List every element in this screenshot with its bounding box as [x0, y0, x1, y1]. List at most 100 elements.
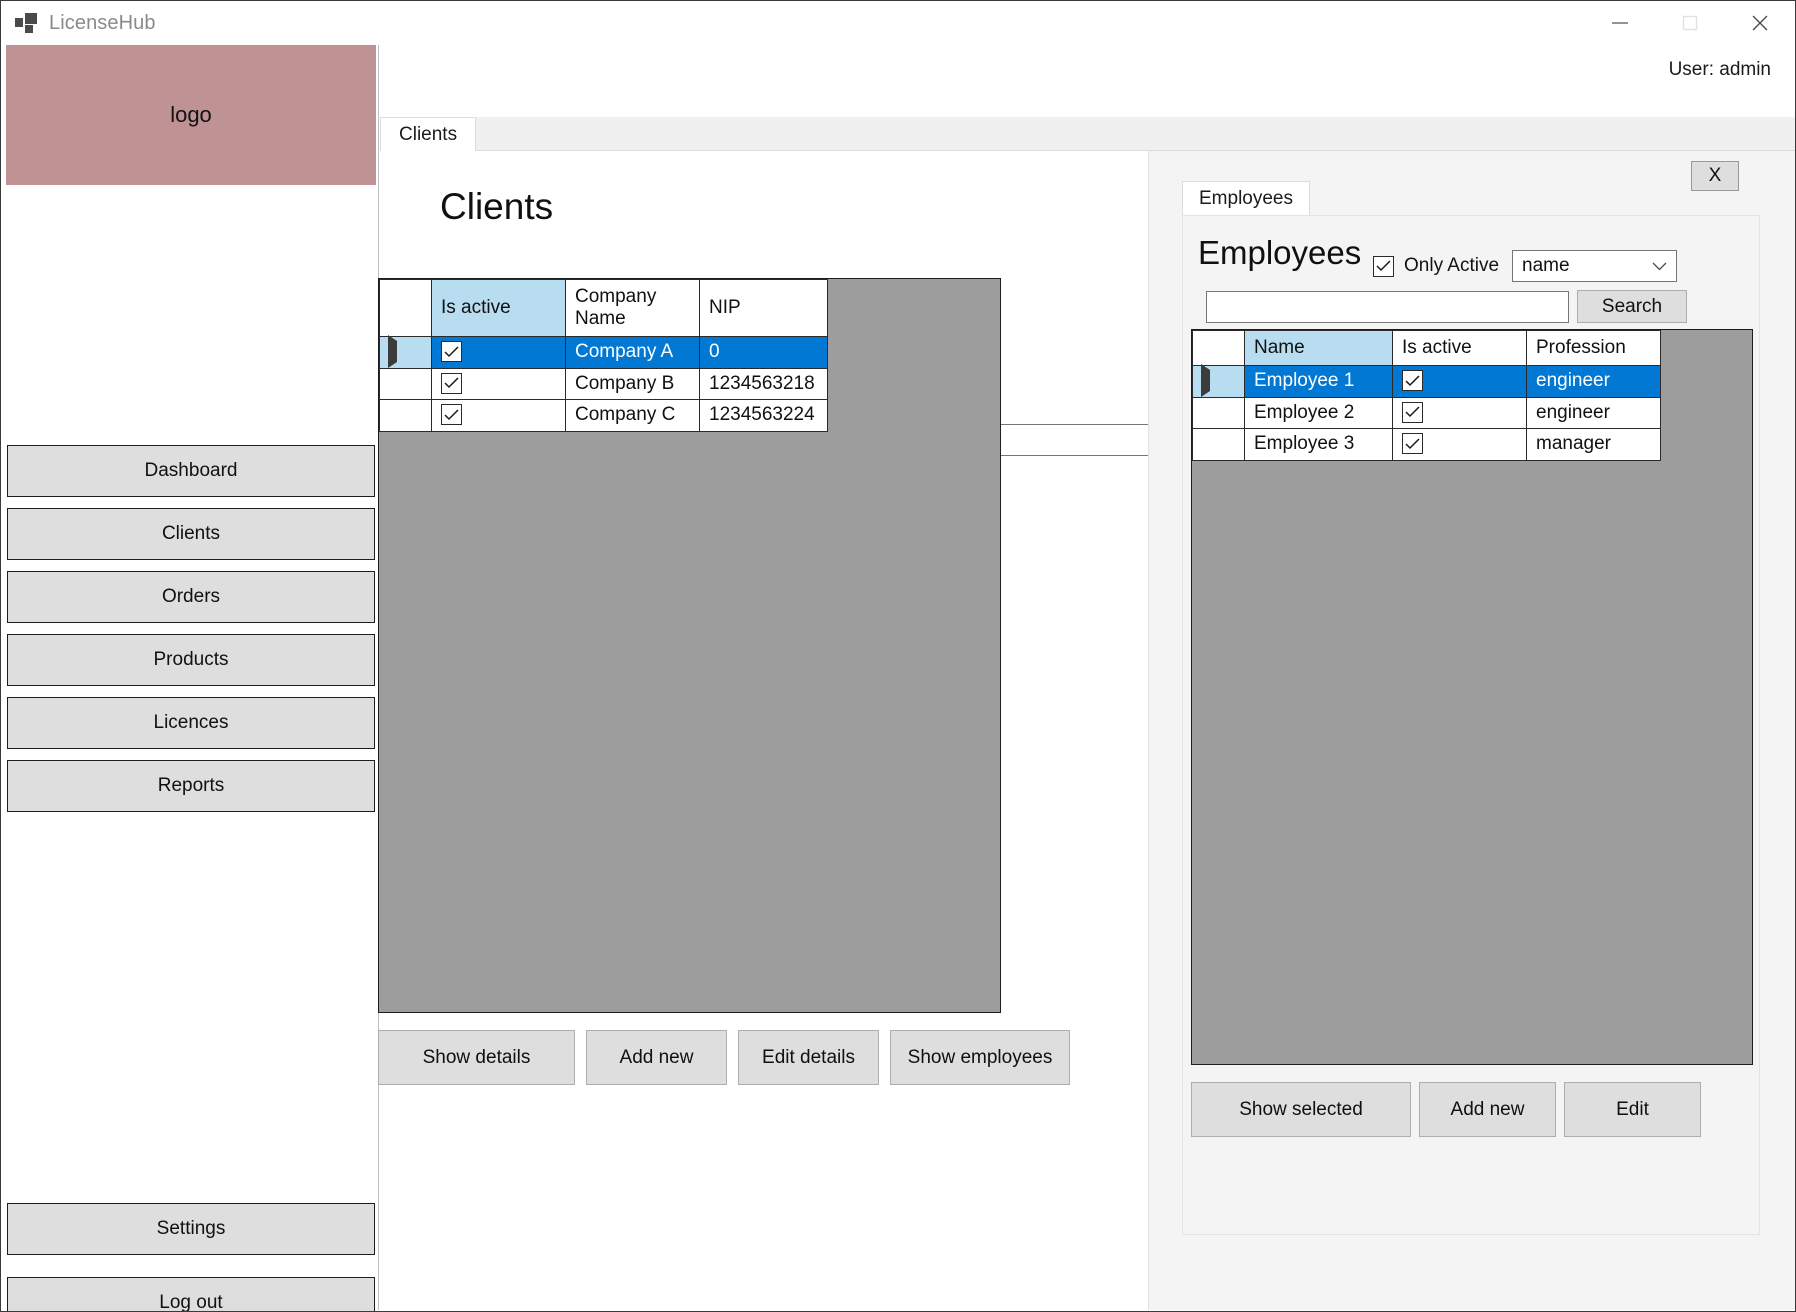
clients-is-active-checkbox[interactable]: [441, 372, 462, 394]
clients-col-is-active[interactable]: Is active: [431, 279, 566, 337]
employees-data-grid[interactable]: Name Is active Profession Employee 1 eng…: [1191, 329, 1753, 1065]
employees-overlay-panel: X Employees Employees Only Active name S…: [1148, 151, 1795, 1310]
clients-cell-is-active[interactable]: [431, 367, 566, 400]
table-row[interactable]: Company C 1234563224: [379, 399, 828, 432]
table-row[interactable]: Company A 0: [379, 335, 828, 369]
edit-details-button[interactable]: Edit details: [738, 1030, 879, 1085]
table-row[interactable]: Company B 1234563218: [379, 367, 828, 400]
show-details-button[interactable]: Show details: [378, 1030, 575, 1085]
employees-cell-profession[interactable]: engineer: [1526, 365, 1661, 398]
row-marker-icon: [1201, 364, 1210, 398]
clients-cell-company-name[interactable]: Company B: [565, 367, 700, 400]
sidebar-nav: Dashboard Clients Orders Products Licenc…: [7, 445, 375, 823]
application-window: LicenseHub User: admin logo Dashboard Cl…: [0, 0, 1796, 1312]
employees-is-active-checkbox[interactable]: [1402, 401, 1423, 423]
show-selected-button[interactable]: Show selected: [1191, 1082, 1411, 1137]
employees-only-active-checkbox[interactable]: [1373, 255, 1394, 277]
title-bar: LicenseHub: [1, 1, 1795, 45]
employees-search-row-top: Only Active name: [1373, 250, 1678, 282]
employees-cell-name[interactable]: Employee 2: [1244, 396, 1393, 429]
clients-is-active-checkbox[interactable]: [441, 341, 462, 362]
clients-data-grid[interactable]: Is active Company Name NIP Company A 0 C…: [378, 278, 1001, 1013]
employees-cell-is-active[interactable]: [1392, 365, 1527, 398]
employees-cell-name[interactable]: Employee 1: [1244, 365, 1393, 398]
sidebar-item-orders[interactable]: Orders: [7, 571, 375, 623]
clients-col-rowheader: [379, 279, 432, 337]
employees-cell-is-active[interactable]: [1392, 428, 1527, 461]
row-selector-cell[interactable]: [1192, 428, 1245, 461]
sidebar-item-reports[interactable]: Reports: [7, 760, 375, 812]
clients-cell-is-active[interactable]: [431, 399, 566, 432]
sidebar: logo Dashboard Clients Orders Products L…: [2, 45, 379, 1311]
clients-cell-nip[interactable]: 1234563224: [699, 399, 828, 432]
employees-cell-is-active[interactable]: [1392, 396, 1527, 429]
tab-employees[interactable]: Employees: [1182, 181, 1310, 216]
table-row[interactable]: Employee 1 engineer: [1192, 364, 1661, 398]
row-selector-cell[interactable]: [379, 399, 432, 432]
tab-clients[interactable]: Clients: [380, 117, 477, 152]
employees-action-bar: Show selected Add new Edit: [1191, 1082, 1701, 1137]
sidebar-item-licences[interactable]: Licences: [7, 697, 375, 749]
add-new-employee-button[interactable]: Add new: [1419, 1082, 1556, 1137]
employees-search-field-value: name: [1522, 255, 1570, 276]
employees-search-field-select[interactable]: name: [1512, 250, 1678, 282]
table-row[interactable]: Employee 3 manager: [1192, 428, 1661, 461]
employees-cell-name[interactable]: Employee 3: [1244, 428, 1393, 461]
row-selector-cell[interactable]: [379, 335, 432, 369]
clients-cell-nip[interactable]: 0: [699, 336, 828, 369]
minimize-button[interactable]: [1585, 1, 1655, 45]
employees-body: Employees Only Active name Search Name I…: [1182, 215, 1760, 1235]
sidebar-item-products[interactable]: Products: [7, 634, 375, 686]
employees-search-row-bottom: Search: [1206, 290, 1687, 323]
window-controls: [1585, 1, 1795, 45]
chevron-down-icon: [1652, 255, 1667, 277]
clients-cell-company-name[interactable]: Company C: [565, 399, 700, 432]
check-icon: [1376, 260, 1391, 272]
page-title: Clients: [440, 186, 554, 227]
row-marker-icon: [388, 335, 397, 369]
add-new-client-button[interactable]: Add new: [586, 1030, 727, 1085]
main-tab-strip: Clients: [380, 117, 1795, 152]
employees-only-active-label: Only Active: [1404, 255, 1500, 276]
logo: logo: [6, 45, 376, 185]
clients-col-nip[interactable]: NIP: [699, 279, 828, 337]
employees-search-button[interactable]: Search: [1577, 290, 1687, 323]
employees-cell-profession[interactable]: manager: [1526, 428, 1661, 461]
sidebar-item-logout[interactable]: Log out: [7, 1277, 375, 1311]
employees-is-active-checkbox[interactable]: [1402, 370, 1423, 391]
clients-cell-company-name[interactable]: Company A: [565, 336, 700, 369]
maximize-icon: [1682, 15, 1698, 31]
sidebar-item-clients[interactable]: Clients: [7, 508, 375, 560]
clients-is-active-checkbox[interactable]: [441, 404, 462, 425]
minimize-icon: [1611, 17, 1629, 29]
close-icon: [1750, 13, 1770, 33]
sidebar-bottom-nav: Settings Log out: [7, 1203, 375, 1311]
show-employees-button[interactable]: Show employees: [890, 1030, 1070, 1085]
employees-col-profession[interactable]: Profession: [1526, 330, 1661, 366]
window-title: LicenseHub: [49, 11, 156, 34]
employees-is-active-checkbox[interactable]: [1402, 433, 1423, 454]
row-selector-cell[interactable]: [379, 367, 432, 400]
app-tiles-icon: [15, 13, 37, 33]
maximize-button[interactable]: [1655, 1, 1725, 45]
clients-action-bar: Show details Add new Edit details Show e…: [378, 1030, 1070, 1085]
edit-employee-button[interactable]: Edit: [1564, 1082, 1701, 1137]
table-header-row: Is active Company Name NIP: [379, 279, 828, 337]
employees-col-name[interactable]: Name: [1244, 330, 1393, 366]
employees-panel-title: Employees: [1198, 234, 1362, 271]
clients-col-company-name[interactable]: Company Name: [565, 279, 700, 337]
table-row[interactable]: Employee 2 engineer: [1192, 396, 1661, 429]
row-selector-cell[interactable]: [1192, 364, 1245, 398]
clients-cell-is-active[interactable]: [431, 336, 566, 369]
logo-label: logo: [170, 102, 212, 127]
row-selector-cell[interactable]: [1192, 396, 1245, 429]
sidebar-item-dashboard[interactable]: Dashboard: [7, 445, 375, 497]
close-button[interactable]: [1725, 1, 1795, 45]
sidebar-item-settings[interactable]: Settings: [7, 1203, 375, 1255]
employees-search-input[interactable]: [1206, 290, 1569, 323]
employees-tab-strip: Employees: [1182, 181, 1760, 216]
employees-cell-profession[interactable]: engineer: [1526, 396, 1661, 429]
employees-col-is-active[interactable]: Is active: [1392, 330, 1527, 366]
clients-cell-nip[interactable]: 1234563218: [699, 367, 828, 400]
employees-col-rowheader: [1192, 330, 1245, 366]
